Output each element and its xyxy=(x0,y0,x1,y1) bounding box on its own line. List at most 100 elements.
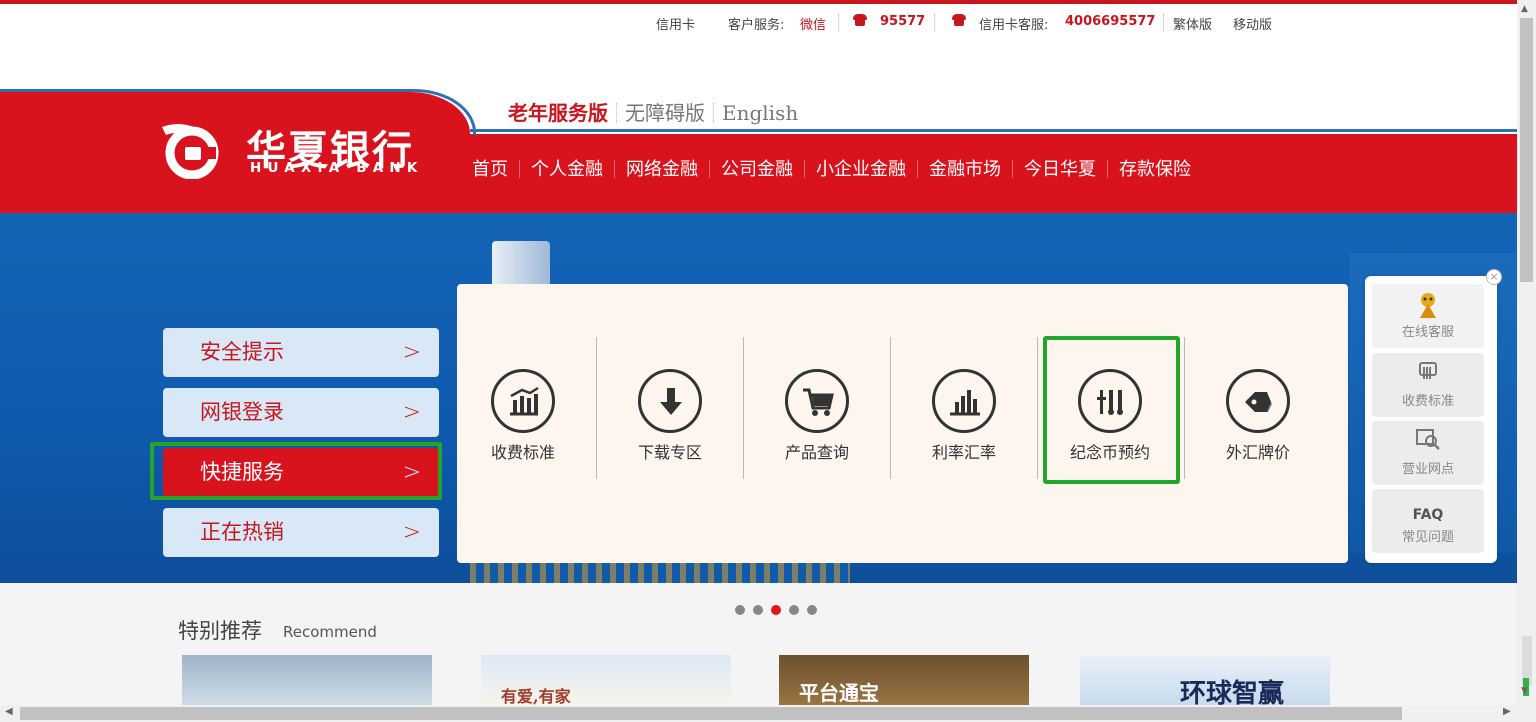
service-fx-quotes[interactable]: 外汇牌价 xyxy=(1198,369,1318,463)
carousel-dot[interactable] xyxy=(789,605,799,615)
tag-icon xyxy=(1226,369,1290,433)
credit-card-link[interactable]: 信用卡 xyxy=(656,14,695,33)
menu-hot-sales[interactable]: 正在热销 > xyxy=(163,508,439,557)
nav-deposit-insurance[interactable]: 存款保险 xyxy=(1119,159,1191,180)
scrollbar-corner xyxy=(1517,705,1536,722)
nav-today-huaxia[interactable]: 今日华夏 xyxy=(1024,159,1096,180)
faq-float-button[interactable]: FAQ 常见问题 xyxy=(1372,489,1484,553)
huaxia-logo-icon[interactable] xyxy=(160,121,222,179)
menu-ebank-login[interactable]: 网银登录 > xyxy=(163,388,439,437)
close-icon[interactable]: × xyxy=(1486,269,1502,285)
menu-label: 安全提示 xyxy=(200,340,284,364)
divider xyxy=(614,160,615,178)
card-hotline-number: 4006695577 xyxy=(1065,14,1156,29)
online-service-label: 在线客服 xyxy=(1401,325,1454,340)
recommend-thumb-4[interactable]: 环球智赢 xyxy=(1080,655,1330,705)
divider xyxy=(1163,14,1164,32)
logo-english-name: HUAXIA BANK xyxy=(250,160,424,176)
service-product-search[interactable]: 产品查询 xyxy=(757,369,877,463)
divider xyxy=(1184,337,1185,479)
divider xyxy=(804,160,805,178)
service-label: 产品查询 xyxy=(784,443,849,462)
divider xyxy=(519,160,520,178)
nav-personal[interactable]: 个人金融 xyxy=(531,159,603,180)
chevron-right-icon: > xyxy=(402,520,421,545)
divider xyxy=(709,160,710,178)
quick-services-panel: 收费标准 下载专区 产品查询 利率汇率 纪念币预约 外汇牌价 xyxy=(457,284,1348,563)
outlets-label: 营业网点 xyxy=(1401,462,1454,477)
carousel-dot-active[interactable] xyxy=(771,605,781,615)
scroll-up-icon[interactable]: ▲ xyxy=(1521,4,1528,14)
divider xyxy=(934,14,935,32)
service-label: 下载专区 xyxy=(637,443,702,462)
service-fee-standards[interactable]: 收费标准 xyxy=(463,369,583,463)
chevron-right-icon: > xyxy=(402,340,421,365)
phone-icon xyxy=(851,14,869,29)
nav-home[interactable]: 首页 xyxy=(472,159,508,180)
fee-standards-float-button[interactable]: 收费标准 xyxy=(1372,353,1484,417)
version-links: 老年服务版 无障碍版 English xyxy=(508,97,798,126)
carousel-dot[interactable] xyxy=(753,605,763,615)
menu-label: 正在热销 xyxy=(200,520,284,544)
magnifier-icon xyxy=(1372,427,1484,457)
divider xyxy=(743,337,744,479)
mobile-version-link[interactable]: 移动版 xyxy=(1233,14,1272,33)
recommend-thumb-3[interactable]: 平台通宝 xyxy=(779,655,1029,705)
divider xyxy=(890,337,891,479)
scroll-left-icon[interactable]: ◀ xyxy=(5,706,13,717)
main-nav: 首页 个人金融 网络金融 公司金融 小企业金融 金融市场 今日华夏 存款保险 xyxy=(472,155,1191,181)
thumb-caption: 环球智赢 xyxy=(1180,679,1285,705)
divider xyxy=(596,337,597,479)
service-downloads[interactable]: 下载专区 xyxy=(610,369,730,463)
english-version-link[interactable]: English xyxy=(722,101,798,125)
divider xyxy=(1107,160,1108,178)
divider xyxy=(1012,160,1013,178)
floating-service-panel: 在线客服 收费标准 营业网点 FAQ 常见问题 xyxy=(1365,276,1497,563)
phone-icon xyxy=(950,14,968,29)
divider xyxy=(917,160,918,178)
scroll-right-icon[interactable]: ▶ xyxy=(1503,706,1511,717)
top-red-line xyxy=(0,0,1517,4)
online-service-button[interactable]: 在线客服 xyxy=(1372,284,1484,348)
carousel-dot[interactable] xyxy=(807,605,817,615)
highlight-box-quick-services xyxy=(150,442,442,500)
menu-security-tips[interactable]: 安全提示 > xyxy=(163,328,439,377)
cart-icon xyxy=(785,369,849,433)
recommend-thumb-1[interactable] xyxy=(182,655,432,705)
recommend-title: 特别推荐 xyxy=(178,619,262,643)
fee-standards-label: 收费标准 xyxy=(1401,394,1454,409)
customer-service-label: 客户服务: xyxy=(728,18,785,33)
elder-version-link[interactable]: 老年服务版 xyxy=(508,101,608,125)
vertical-scroll-thumb[interactable] xyxy=(1520,18,1533,282)
chevron-right-icon: > xyxy=(402,400,421,425)
service-label: 收费标准 xyxy=(490,443,555,462)
bar-graph-icon xyxy=(932,369,996,433)
menu-label: 网银登录 xyxy=(200,400,284,424)
divider xyxy=(713,103,714,123)
recommend-thumb-2[interactable]: 有爱,有家 xyxy=(481,655,731,705)
thumb-caption: 平台通宝 xyxy=(799,681,879,705)
utility-bar: 信用卡 客户服务: 微信 95577 信用卡客服: 4006695577 繁体版… xyxy=(0,12,1517,34)
bar-chart-icon xyxy=(491,369,555,433)
faq-icon: FAQ xyxy=(1412,507,1444,523)
divider xyxy=(838,14,839,32)
traditional-chinese-link[interactable]: 繁体版 xyxy=(1173,14,1212,33)
service-rates[interactable]: 利率汇率 xyxy=(904,369,1024,463)
horizontal-scroll-thumb[interactable] xyxy=(20,707,1402,720)
carousel-dot[interactable] xyxy=(735,605,745,615)
accessible-version-link[interactable]: 无障碍版 xyxy=(625,101,705,125)
carousel-dots xyxy=(735,600,825,619)
nav-small-business[interactable]: 小企业金融 xyxy=(816,159,906,180)
thumb-caption: 有爱,有家 xyxy=(501,687,571,705)
service-label: 外汇牌价 xyxy=(1225,443,1290,462)
divider xyxy=(1037,337,1038,479)
nav-financial-markets[interactable]: 金融市场 xyxy=(929,159,1001,180)
nav-corporate[interactable]: 公司金融 xyxy=(721,159,793,180)
hand-icon xyxy=(1372,359,1484,389)
faq-label: 常见问题 xyxy=(1401,530,1454,545)
nav-online-banking[interactable]: 网络金融 xyxy=(626,159,698,180)
wechat-link[interactable]: 微信 xyxy=(800,14,826,33)
header-blue-line xyxy=(470,129,1517,132)
outlets-float-button[interactable]: 营业网点 xyxy=(1372,421,1484,485)
scroll-down-icon[interactable]: ▼ xyxy=(1521,686,1528,696)
